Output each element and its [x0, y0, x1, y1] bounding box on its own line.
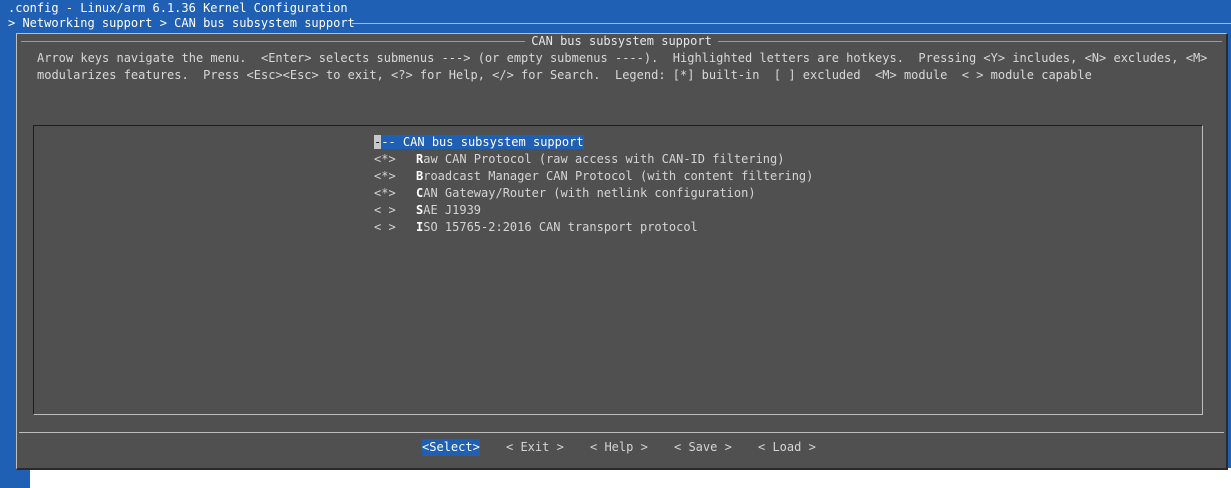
- menu-item-label: -- CAN bus subsystem support: [381, 135, 584, 149]
- menu-item-iso-15765[interactable]: < > ISO 15765-2:2016 CAN transport protoc…: [374, 219, 698, 236]
- dialog-title-wrap: CAN bus subsystem support: [17, 33, 1226, 50]
- menu-item-text: aw CAN Protocol (raw access with CAN-ID …: [423, 152, 785, 166]
- menuconfig-dialog: CAN bus subsystem support Arrow keys nav…: [16, 33, 1228, 470]
- menu-list: --- CAN bus subsystem support <*> Raw CAN…: [33, 125, 1203, 415]
- menu-item-text: CAN bus subsystem support: [402, 135, 584, 149]
- breadcrumb-rule: [352, 23, 1231, 24]
- menu-item-text: roadcast Manager CAN Protocol (with cont…: [423, 169, 814, 183]
- menu-item-prefix: < >: [374, 203, 396, 217]
- menu-item-can-bus-subsystem[interactable]: --- CAN bus subsystem support: [374, 134, 584, 151]
- menu-item-prefix: <*>: [374, 169, 396, 183]
- dialog-title: CAN bus subsystem support: [525, 34, 718, 48]
- menu-item-prefix: --: [381, 135, 403, 149]
- menu-item-text: SO 15765-2:2016 CAN transport protocol: [423, 220, 698, 234]
- help-text-line-1: Arrow keys navigate the menu. <Enter> se…: [37, 51, 1208, 65]
- breadcrumb: > Networking support > CAN bus subsystem…: [8, 16, 355, 30]
- terminal-background-edge: [0, 468, 30, 488]
- menu-item-sae-j1939[interactable]: < > SAE J1939: [374, 202, 481, 219]
- menu-item-text: AE J1939: [423, 203, 482, 217]
- load-button[interactable]: < Load >: [758, 439, 816, 456]
- help-text-line-2: modularizes features. Press <Esc><Esc> t…: [37, 68, 1092, 82]
- save-button[interactable]: < Save >: [674, 439, 732, 456]
- menu-item-broadcast-manager[interactable]: <*> Broadcast Manager CAN Protocol (with …: [374, 168, 813, 185]
- menu-item-prefix: <*>: [374, 186, 396, 200]
- menu-item-raw-can[interactable]: <*> Raw CAN Protocol (raw access with CAN…: [374, 151, 784, 168]
- menu-item-can-gateway[interactable]: <*> CAN Gateway/Router (with netlink conf…: [374, 185, 756, 202]
- menu-item-prefix: < >: [374, 220, 396, 234]
- exit-button[interactable]: < Exit >: [506, 439, 564, 456]
- button-bar-rule: [19, 432, 1224, 433]
- help-button[interactable]: < Help >: [590, 439, 648, 456]
- menu-item-text: AN Gateway/Router (with netlink configur…: [423, 186, 756, 200]
- terminal-screen: .config - Linux/arm 6.1.36 Kernel Config…: [0, 0, 1231, 488]
- select-button[interactable]: <Select>: [422, 439, 480, 456]
- menu-item-prefix: <*>: [374, 152, 396, 166]
